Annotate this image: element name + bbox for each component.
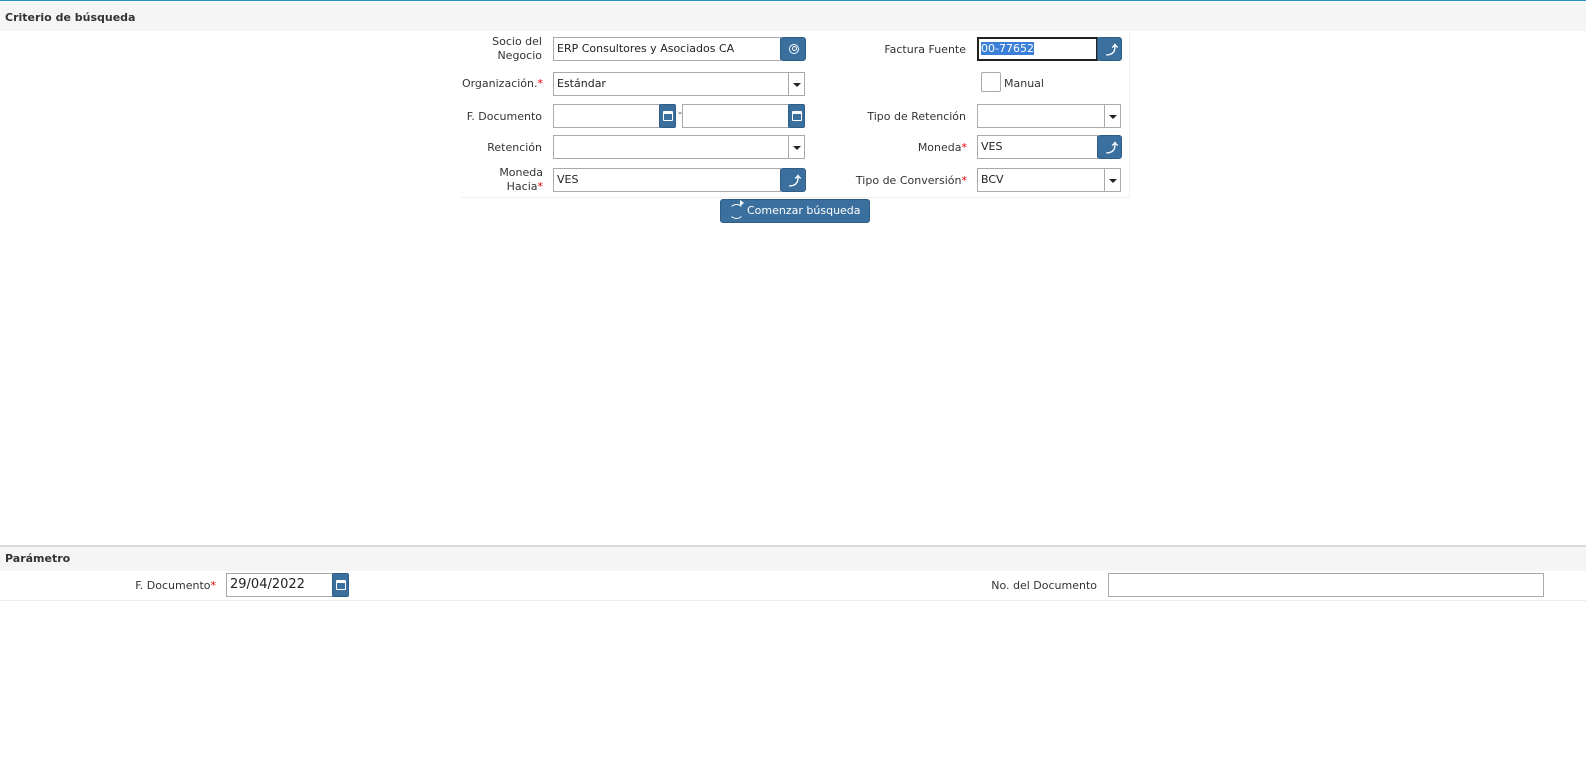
withholding-type-dropdown-button[interactable] [1104, 104, 1121, 128]
business-partner-search-button[interactable] [780, 37, 806, 61]
manual-label: Manual [1004, 77, 1044, 90]
conversion-type-label-text: Tipo de Conversión [855, 174, 962, 187]
doc-date-from-field[interactable] [553, 104, 660, 128]
top-accent-line [0, 0, 1586, 1]
currency-to-label-line1: Moneda [499, 166, 543, 179]
doc-date-from-calendar-button[interactable] [659, 104, 676, 128]
params-doc-date-calendar-button[interactable] [332, 573, 349, 597]
refresh-icon [729, 204, 744, 219]
manual-checkbox[interactable] [981, 72, 1001, 92]
business-partner-label-line1: Socio del [492, 35, 542, 48]
withholding-type-select[interactable] [977, 104, 1105, 128]
currency-to-field[interactable]: VES [553, 168, 781, 192]
source-invoice-lookup-button[interactable]: ⤴ [1097, 37, 1122, 61]
start-search-button-label: Comenzar búsqueda ... [747, 204, 861, 239]
params-doc-date-label: F. Documento* [110, 579, 216, 593]
withholding-select[interactable] [553, 135, 789, 159]
params-section-header[interactable]: Parámetro [0, 545, 1586, 571]
calendar-icon [792, 111, 802, 121]
lightning-icon: ⤴ [1106, 141, 1119, 155]
currency-field[interactable]: VES [977, 135, 1098, 159]
required-mark: * [210, 579, 217, 592]
required-mark: * [961, 174, 968, 187]
organization-label-text: Organización. [461, 77, 538, 90]
withholding-dropdown-button[interactable] [788, 135, 805, 159]
organization-dropdown-button[interactable] [788, 72, 805, 96]
business-partner-label-line2: Negocio [497, 49, 542, 62]
conversion-type-label: Tipo de Conversión* [840, 174, 967, 188]
withholding-label: Retención [487, 141, 542, 154]
business-partner-label: Socio del Negocio [470, 35, 542, 63]
currency-to-label: Moneda Hacia* [470, 166, 543, 194]
currency-to-lookup-button[interactable]: ⤴ [780, 168, 806, 192]
currency-lookup-button[interactable]: ⤴ [1097, 135, 1122, 159]
params-doc-no-label: No. del Documento [991, 579, 1097, 592]
currency-label-text: Moneda [917, 141, 962, 154]
conversion-type-dropdown-button[interactable] [1104, 168, 1121, 192]
params-doc-date-field[interactable]: 29/04/2022 [226, 573, 334, 597]
organization-label: Organización.* [440, 77, 543, 91]
required-mark: * [537, 180, 544, 193]
lightning-icon: ⤴ [1106, 43, 1119, 57]
business-partner-field[interactable]: ERP Consultores y Asociados CA [553, 37, 781, 61]
doc-date-label: F. Documento [466, 110, 542, 123]
currency-label: Moneda* [880, 141, 967, 155]
required-mark: * [537, 77, 544, 90]
required-mark: * [961, 141, 968, 154]
organization-select[interactable]: Estándar [553, 72, 789, 96]
withholding-type-label: Tipo de Retención [867, 110, 966, 123]
start-search-button[interactable]: Comenzar búsqueda ... [720, 199, 870, 239]
conversion-type-select[interactable]: BCV [977, 168, 1105, 192]
source-invoice-field[interactable]: 00-77652 [977, 37, 1098, 61]
lightning-icon: ⤴ [789, 174, 802, 188]
doc-date-to-calendar-button[interactable] [788, 104, 805, 128]
user-icon [789, 44, 799, 54]
source-invoice-value: 00-77652 [981, 42, 1034, 55]
currency-to-label-line2: Hacia [506, 180, 538, 193]
doc-date-to-field[interactable] [682, 104, 789, 128]
criteria-section-header[interactable]: Criterio de búsqueda [0, 2, 1586, 31]
calendar-icon [336, 580, 346, 590]
calendar-icon [663, 111, 673, 121]
source-invoice-label: Factura Fuente [884, 43, 966, 56]
params-doc-date-label-text: F. Documento [135, 579, 211, 592]
params-doc-no-field[interactable] [1108, 573, 1544, 597]
